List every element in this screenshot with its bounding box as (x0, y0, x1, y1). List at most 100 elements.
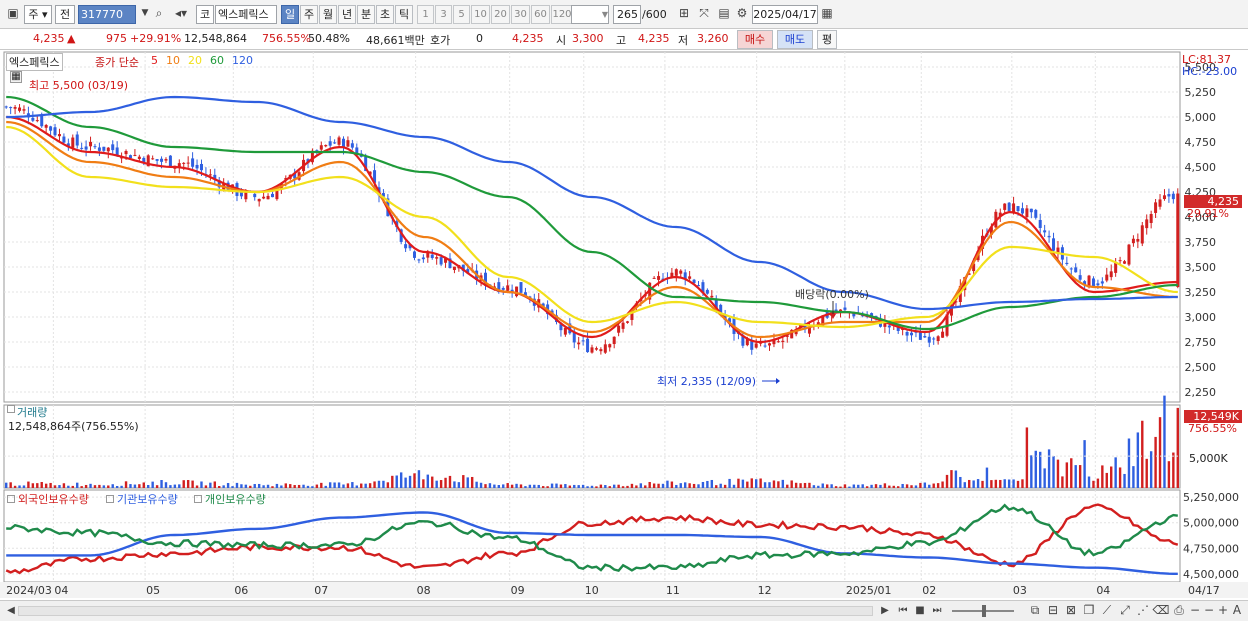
price-tick: 3,750 (1185, 236, 1217, 249)
tab-3[interactable]: 년 (338, 5, 356, 24)
scrollbar-track[interactable] (18, 606, 873, 616)
x-tick: 2025/01 (846, 584, 892, 597)
volume-value: 12,548,864주(756.55%) (8, 420, 139, 433)
candle (115, 147, 119, 156)
candle (590, 347, 594, 353)
period-button-1[interactable]: 1 (417, 5, 434, 24)
period-button-30[interactable]: 30 (511, 5, 530, 24)
volume-bar (333, 482, 336, 488)
open-label: 시 (556, 34, 567, 47)
volume-bar (413, 473, 416, 488)
price-tick: 5,250 (1185, 86, 1217, 99)
tab-6[interactable]: 틱 (395, 5, 413, 24)
sell-button[interactable]: 매도 (777, 30, 813, 49)
volume-bar (200, 481, 203, 488)
tab-1[interactable]: 주 (300, 5, 318, 24)
tab-2[interactable]: 월 (319, 5, 337, 24)
volume-bar (138, 484, 141, 488)
volume-bar (577, 485, 580, 488)
rewind-icon[interactable]: ⏮ (894, 602, 912, 621)
font-icon[interactable]: A (1228, 602, 1246, 621)
volume-bar (142, 482, 145, 488)
price-change-pct: +29.91% (130, 32, 182, 45)
zoom-thumb[interactable] (982, 605, 986, 617)
compare-icon[interactable]: ⊠ (1062, 602, 1080, 621)
scroll-right-icon[interactable]: ▶ (876, 602, 894, 621)
last-price-pct: 29.91% (1187, 207, 1229, 220)
period-button-60[interactable]: 60 (531, 5, 550, 24)
tool-icon[interactable]: ⧉ (1026, 602, 1044, 621)
volume-bar (781, 479, 785, 488)
ma-legend-5: 5 (151, 54, 158, 67)
fib-icon[interactable]: ⋰ (1134, 602, 1152, 621)
volume-bar (928, 484, 931, 488)
period-button-5[interactable]: 5 (453, 5, 470, 24)
volume-bar (1025, 427, 1029, 488)
volume-bar (373, 481, 376, 488)
search-icon[interactable]: ⌕ (150, 5, 168, 24)
volume-bar (151, 481, 154, 488)
volume-bar (1047, 449, 1051, 488)
window-icon[interactable]: ▣ (4, 5, 22, 24)
grid-icon[interactable]: ⊞ (675, 5, 693, 24)
eval-button[interactable]: 평 (817, 30, 837, 49)
volume-bar (639, 483, 643, 488)
chart-canvas[interactable]: 5,5005,2505,0004,7504,5004,2504,0003,750… (0, 51, 1248, 621)
tab-0[interactable]: 일 (281, 5, 299, 24)
period-button-120[interactable]: 120 (551, 5, 573, 24)
date-input[interactable]: 2025/04/17 (752, 5, 818, 24)
volume-bar (346, 483, 350, 488)
save-icon[interactable]: ▤ (715, 5, 733, 24)
stop-icon[interactable]: ■ (911, 602, 929, 621)
layout-icon[interactable]: ⊟ (1044, 602, 1062, 621)
volume-bar (510, 484, 514, 488)
candle (417, 259, 421, 261)
volume-bar (976, 479, 980, 488)
period-type-select[interactable]: 주 ▾ (24, 5, 52, 24)
trend-icon[interactable]: ⟋ (1098, 602, 1116, 621)
volume-bar (777, 481, 780, 488)
volume-bar (1056, 459, 1060, 488)
period-button-10[interactable]: 10 (471, 5, 490, 24)
candle (1038, 219, 1042, 228)
candle (843, 307, 847, 310)
calendar-icon[interactable]: ▦ (818, 5, 836, 24)
volume-panel[interactable] (3, 404, 1181, 489)
candle (97, 147, 101, 151)
prev-button[interactable]: 전 (55, 5, 75, 24)
count-input[interactable]: 265 (613, 5, 641, 24)
candle (1020, 208, 1024, 214)
period-button-3[interactable]: 3 (435, 5, 452, 24)
forward-icon[interactable]: ⏭ (928, 602, 946, 621)
gear-icon[interactable]: ⚙ (733, 5, 751, 24)
candle (1154, 202, 1158, 213)
candle (155, 159, 159, 161)
indicator-icon[interactable]: ⤧ (695, 5, 713, 24)
line-icon[interactable]: ⤢ (1116, 602, 1134, 621)
speaker-icon[interactable]: ◂▾ (168, 5, 194, 24)
volume-bar (817, 485, 820, 488)
table-icon[interactable]: ▦ (10, 71, 22, 83)
stock-code-input[interactable]: 317770 (78, 5, 136, 24)
volume-bar (1114, 457, 1117, 488)
period-button-20[interactable]: 20 (491, 5, 510, 24)
tab-5[interactable]: 초 (376, 5, 394, 24)
tab-4[interactable]: 분 (357, 5, 375, 24)
volume-bar (626, 485, 629, 488)
volume-bar (262, 485, 265, 488)
volume-bar (1030, 455, 1033, 488)
candle (439, 257, 443, 265)
volume-bar (395, 475, 398, 488)
volume-bar (368, 483, 372, 488)
volume-bar (355, 485, 358, 488)
hc-value: HC:-23.00 (1182, 65, 1238, 78)
volume-bar (18, 485, 21, 488)
interval-dropdown[interactable]: ▼ (571, 5, 609, 24)
x-axis-strip (0, 582, 1248, 598)
volume-bar (630, 483, 634, 488)
buy-button[interactable]: 매수 (737, 30, 773, 49)
volume-bar (692, 483, 696, 488)
eraser-icon[interactable]: ⌫ (1152, 602, 1170, 621)
candle (239, 192, 243, 197)
copy-icon[interactable]: ❐ (1080, 602, 1098, 621)
